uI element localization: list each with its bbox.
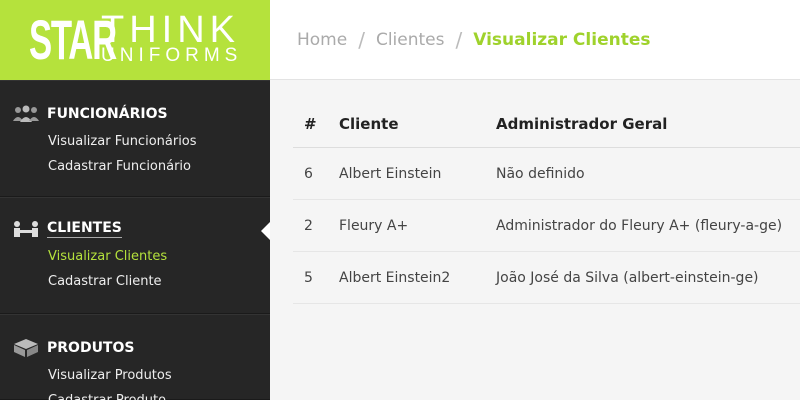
logo[interactable]: STAR THINK UNIFORMS [0, 0, 270, 80]
breadcrumb-separator: / [455, 27, 463, 52]
cell-administrador: Administrador do Fleury A+ (fleury-a-ge) [496, 217, 783, 234]
breadcrumb-current: Visualizar Clientes [473, 29, 651, 50]
sidebar-section-clientes: CLIENTES Visualizar Clientes Cadastrar C… [0, 197, 270, 314]
sidebar: STAR THINK UNIFORMS FUNCIONÁRIOS Visuali… [0, 0, 270, 400]
breadcrumb-home[interactable]: Home [297, 30, 347, 50]
sidebar-section-funcionarios: FUNCIONÁRIOS Visualizar Funcionários Cad… [0, 80, 270, 197]
table-header-row: # Cliente Administrador Geral [293, 100, 800, 148]
logo-think-text: THINK [101, 9, 240, 51]
active-section-pointer [261, 222, 270, 240]
cell-id: 6 [304, 165, 313, 182]
cell-cliente: Fleury A+ [339, 217, 409, 234]
cell-cliente: Albert Einstein [339, 165, 442, 182]
sidebar-section-produtos: PRODUTOS Visualizar Produtos Cadastrar P… [0, 314, 270, 400]
cell-administrador: João José da Silva (albert-einstein-ge) [496, 269, 759, 286]
breadcrumb-separator: / [358, 27, 365, 52]
handshake-icon [12, 219, 40, 239]
table-row[interactable]: 2 Fleury A+ Administrador do Fleury A+ (… [293, 200, 800, 252]
sidebar-link-cadastrar-produto[interactable]: Cadastrar Produto [48, 388, 270, 400]
sidebar-link-cadastrar-funcionario[interactable]: Cadastrar Funcionário [48, 154, 270, 179]
cell-cliente: Albert Einstein2 [339, 269, 451, 286]
cell-id: 2 [304, 217, 313, 234]
cell-administrador: Não definido [496, 165, 585, 182]
breadcrumb: Home / Clientes / Visualizar Clientes [270, 0, 800, 80]
sidebar-section-title[interactable]: FUNCIONÁRIOS [47, 106, 168, 122]
table-row[interactable]: 5 Albert Einstein2 João José da Silva (a… [293, 252, 800, 304]
cell-id: 5 [304, 269, 313, 286]
users-icon [12, 104, 40, 124]
sidebar-link-cadastrar-cliente[interactable]: Cadastrar Cliente [48, 269, 270, 294]
header-id: # [304, 114, 317, 133]
sidebar-section-title[interactable]: CLIENTES [47, 220, 122, 238]
sidebar-link-visualizar-funcionarios[interactable]: Visualizar Funcionários [48, 129, 270, 154]
header-administrador: Administrador Geral [496, 114, 668, 133]
logo-uniforms-text: UNIFORMS [101, 45, 243, 66]
table-row[interactable]: 6 Albert Einstein Não definido [293, 148, 800, 200]
breadcrumb-clientes[interactable]: Clientes [376, 30, 445, 50]
header-cliente: Cliente [339, 114, 399, 133]
sidebar-link-visualizar-clientes[interactable]: Visualizar Clientes [48, 244, 270, 269]
sidebar-link-visualizar-produtos[interactable]: Visualizar Produtos [48, 363, 270, 388]
sidebar-section-title[interactable]: PRODUTOS [47, 340, 134, 356]
logo-star-text: STAR [29, 8, 117, 71]
clients-table: # Cliente Administrador Geral 6 Albert E… [293, 100, 800, 304]
box-icon [12, 338, 40, 358]
